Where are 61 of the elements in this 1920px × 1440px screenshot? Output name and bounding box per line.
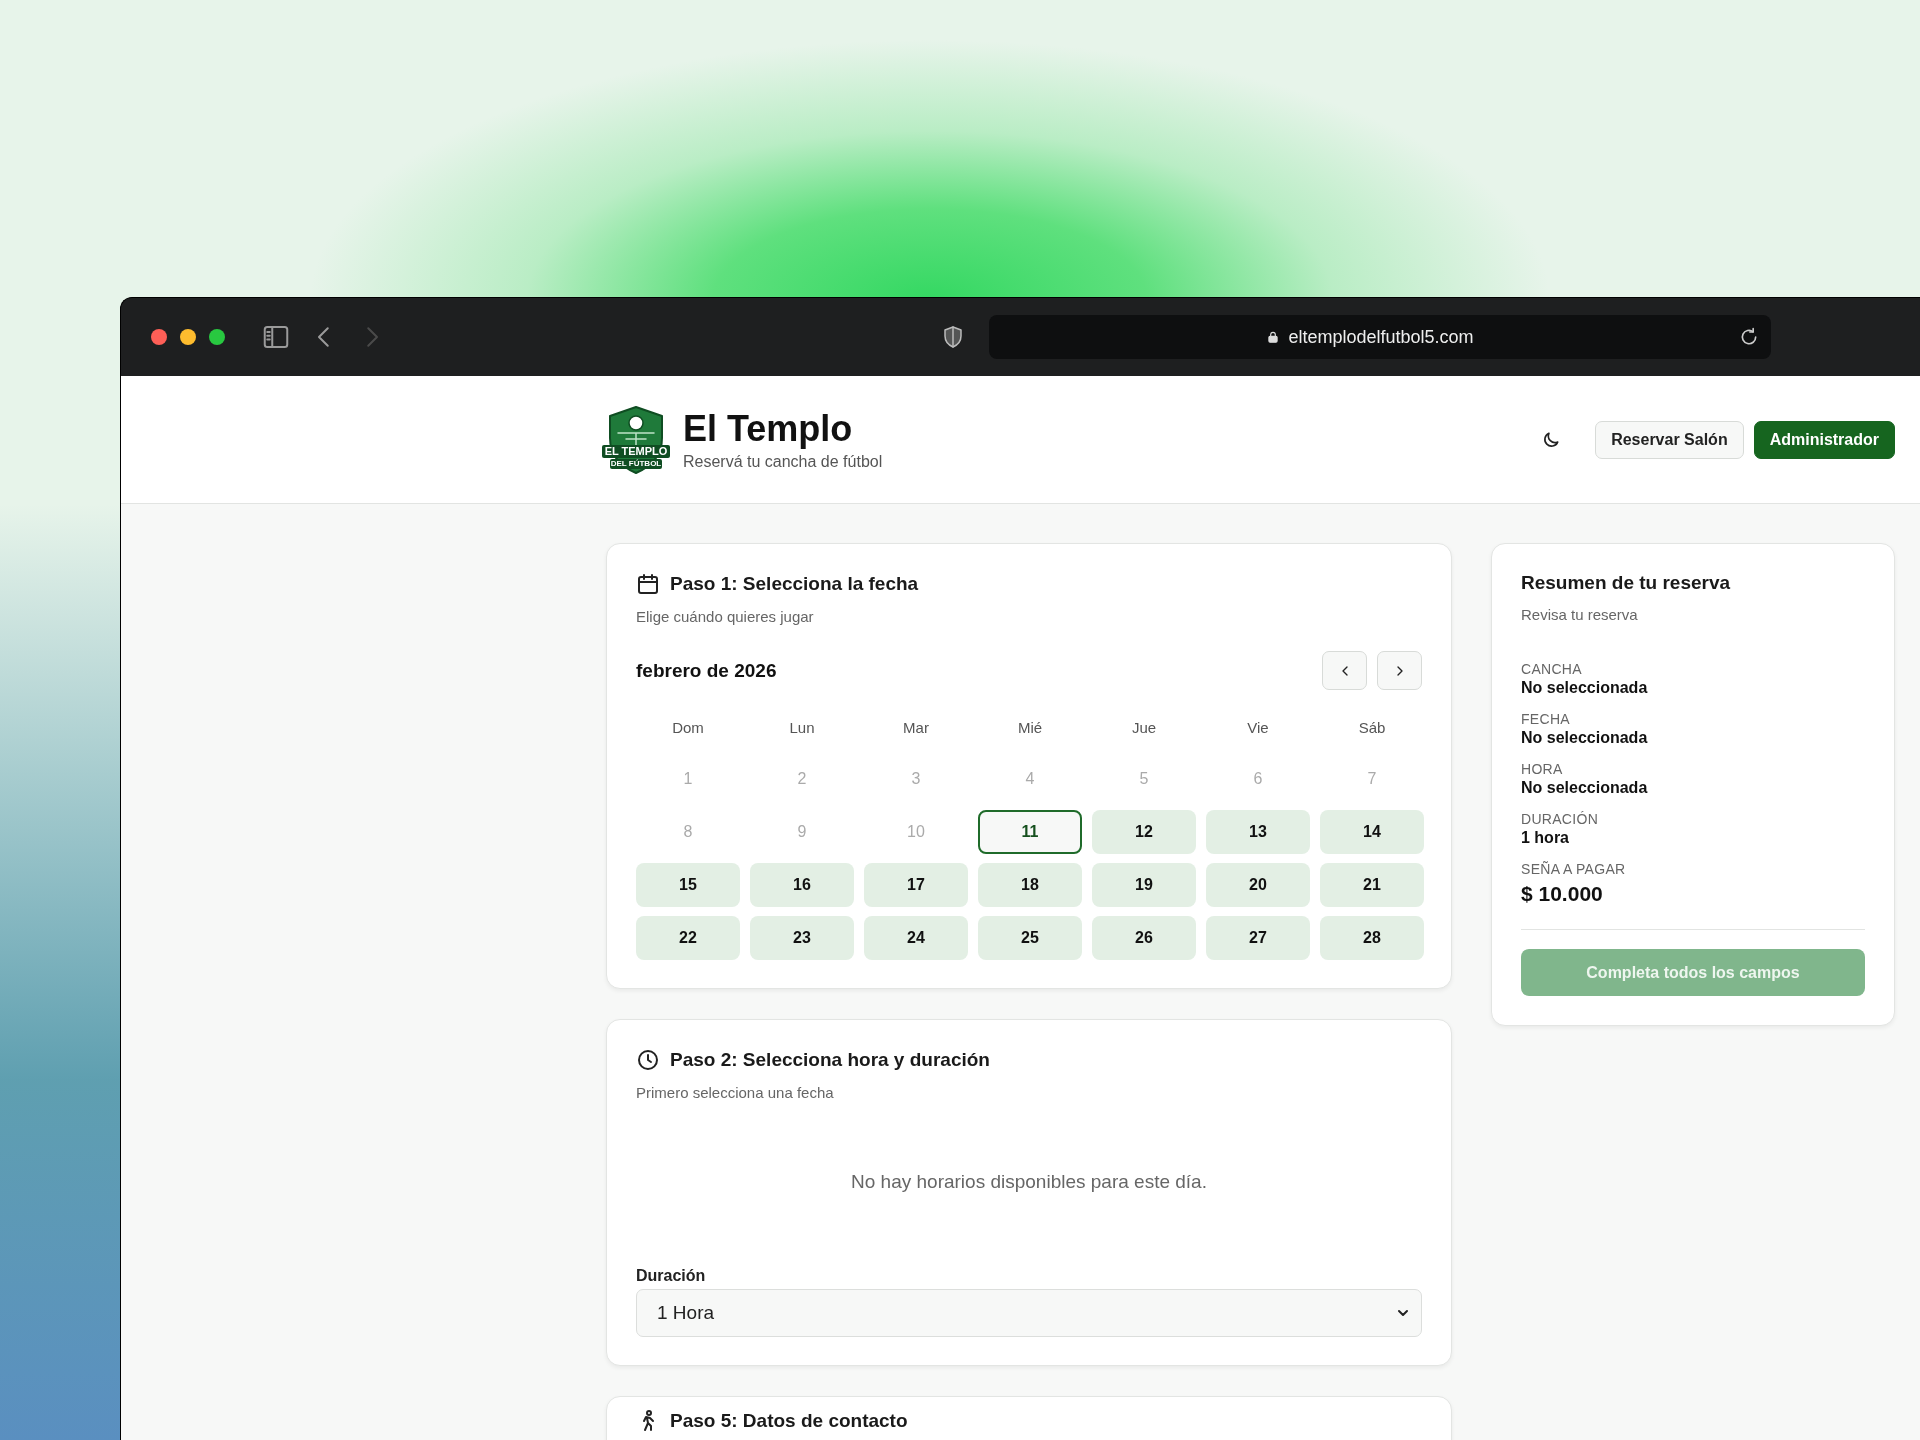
app-subtitle: Reservá tu cancha de fútbol <box>683 452 883 471</box>
calendar-day[interactable]: 28 <box>1320 916 1424 960</box>
empty-message: No hay horarios disponibles para este día. <box>850 1170 1208 1194</box>
month-label: febrero de 2026 <box>636 659 777 682</box>
summary-label: DURACIÓN <box>1521 811 1600 827</box>
summary-value: No seleccionada <box>1521 729 1649 747</box>
card-title: Paso 5: Datos de contacto <box>670 1410 908 1432</box>
calendar-day[interactable]: 27 <box>1206 916 1310 960</box>
calendar-day[interactable]: 15 <box>636 863 740 907</box>
calendar-day[interactable]: 12 <box>1092 810 1196 854</box>
calendar-day[interactable]: 23 <box>750 916 854 960</box>
summary-label: SEÑA A PAGAR <box>1521 861 1627 877</box>
calendar-day[interactable]: 24 <box>864 916 968 960</box>
weekday-label: Jue <box>1130 718 1158 738</box>
shield-icon[interactable] <box>941 324 965 350</box>
weekday-label: Dom <box>671 718 705 738</box>
summary-value: No seleccionada <box>1521 779 1649 797</box>
calendar-day[interactable]: 17 <box>864 863 968 907</box>
summary-label: HORA <box>1521 761 1564 777</box>
weekday-label: Mié <box>1016 718 1044 738</box>
reserve-button[interactable]: Reservar Salón <box>1595 420 1744 459</box>
weekday-label: Vie <box>1246 718 1270 738</box>
card-subtitle: Primero selecciona una fecha <box>636 1084 835 1101</box>
calendar-day[interactable]: 25 <box>978 916 1082 960</box>
duration-select[interactable]: 1 Hora <box>636 1289 1422 1337</box>
lock-icon <box>1266 329 1281 345</box>
logo-subtext: DEL FÚTBOL <box>610 458 662 469</box>
close-button[interactable] <box>151 329 167 345</box>
price-value: $ 10.000 <box>1521 882 1604 906</box>
clock-icon <box>636 1048 660 1072</box>
calendar-day[interactable]: 20 <box>1206 863 1310 907</box>
calendar-day[interactable]: 11 <box>978 810 1082 854</box>
address-bar[interactable]: eltemplodelfutbol5.com <box>989 315 1771 359</box>
card-title: Paso 2: Selecciona hora y duración <box>670 1049 990 1071</box>
reload-icon[interactable] <box>1739 327 1759 347</box>
card-subtitle: Elige cuándo quieres jugar <box>636 608 815 625</box>
zoom-button[interactable] <box>209 329 225 345</box>
calendar-day[interactable]: 16 <box>750 863 854 907</box>
summary-value: 1 hora <box>1521 829 1570 847</box>
url-text: eltemplodelfutbol5.com <box>1288 326 1474 348</box>
minimize-button[interactable] <box>180 329 196 345</box>
card-title: Resumen de tu reserva <box>1521 572 1732 594</box>
summary-label: CANCHA <box>1521 661 1583 677</box>
weekday-label: Mar <box>902 718 930 738</box>
summary-label: FECHA <box>1521 711 1571 727</box>
calendar-day[interactable]: 14 <box>1320 810 1424 854</box>
calendar-day[interactable]: 21 <box>1320 863 1424 907</box>
card-subtitle: Revisa tu reserva <box>1521 606 1639 623</box>
calendar-icon <box>636 572 660 596</box>
card-title: Paso 1: Selecciona la fecha <box>670 573 919 595</box>
calendar-day[interactable]: 13 <box>1206 810 1310 854</box>
weekday-label: Sáb <box>1357 718 1387 738</box>
admin-button[interactable]: Administrador <box>1753 420 1895 459</box>
calendar-day[interactable]: 19 <box>1092 863 1196 907</box>
calendar-day[interactable]: 26 <box>1092 916 1196 960</box>
weekday-label: Lun <box>788 718 816 738</box>
calendar-day[interactable]: 18 <box>978 863 1082 907</box>
calendar-day[interactable]: 22 <box>636 916 740 960</box>
summary-value: No seleccionada <box>1521 679 1649 697</box>
field-label: Duración <box>636 1267 707 1285</box>
app-title: El Templo <box>683 408 854 449</box>
